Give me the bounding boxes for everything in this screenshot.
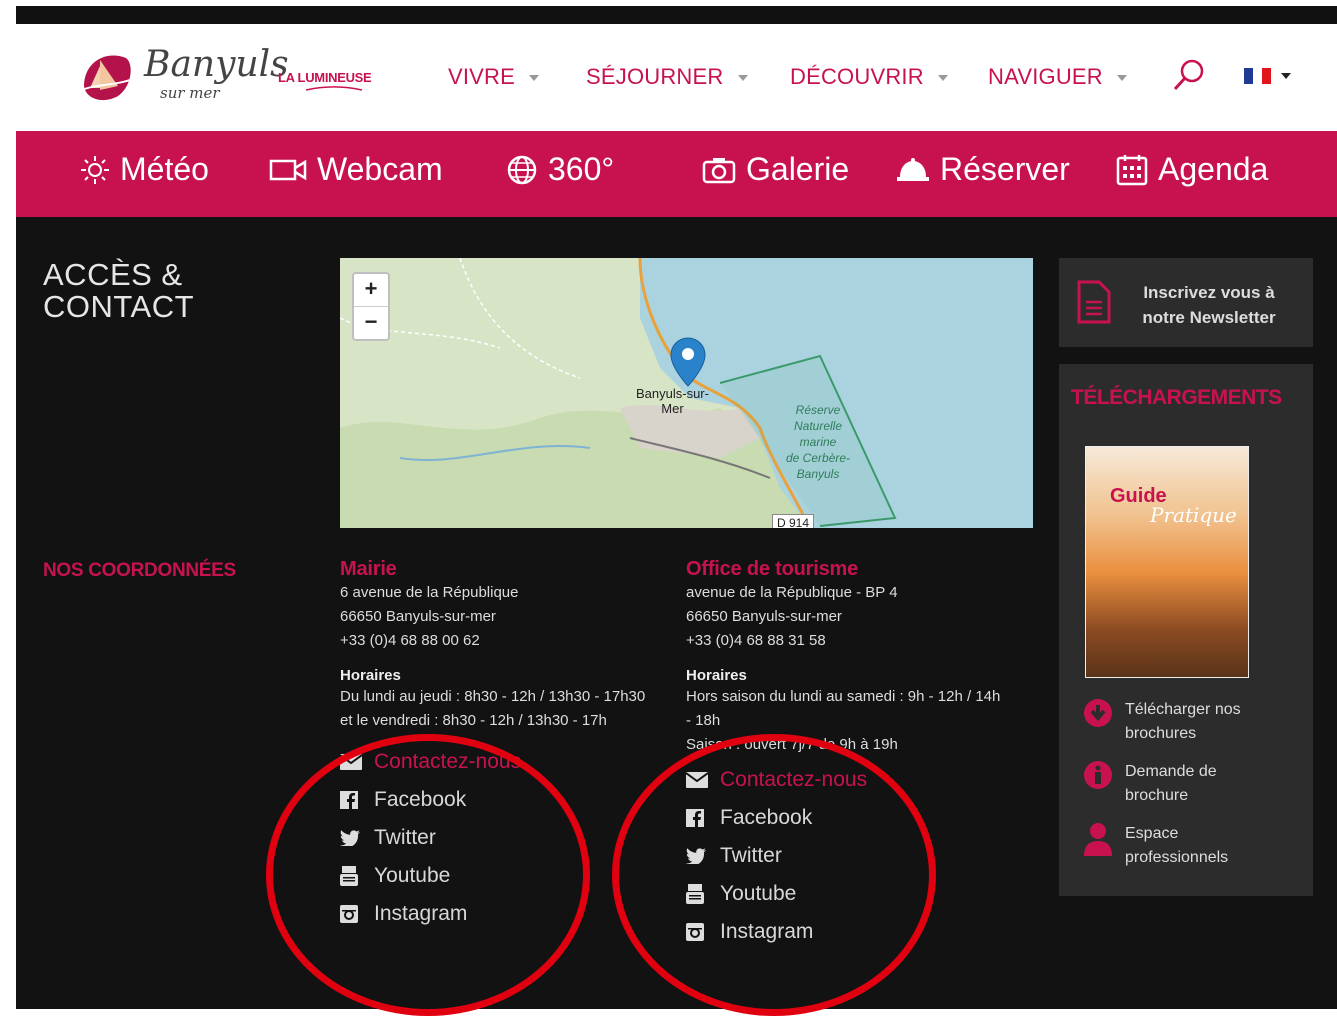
search-icon[interactable] — [1172, 58, 1206, 92]
office-hours: Hors saison du lundi au samedi : 9h - 12… — [686, 688, 1001, 729]
section-coordonnees: NOS COORDONNÉES — [43, 560, 236, 581]
quick-links-bar: Météo Webcam 360° Galerie Réserver Agend… — [16, 131, 1337, 217]
map-road-label: D 914 — [772, 514, 815, 528]
document-icon — [1077, 280, 1111, 324]
zoom-in-button[interactable]: + — [354, 274, 388, 307]
tagline: LA LUMINEUSE — [278, 70, 372, 85]
request-brochure-link[interactable]: Demande de brochure — [1083, 760, 1217, 808]
quicklink-meteo[interactable]: Météo — [80, 151, 209, 188]
logo-text[interactable]: Banyuls — [144, 44, 289, 85]
logo-subtext: sur mer — [160, 84, 220, 102]
logo-icon[interactable] — [76, 46, 136, 107]
calendar-icon — [1116, 154, 1148, 185]
top-strip — [16, 6, 1337, 24]
site-header: Banyuls sur mer LA LUMINEUSE VIVRE SÉJOU… — [16, 24, 1337, 131]
mairie-hours-label: Horaires — [340, 667, 401, 684]
page-title: ACCÈS & CONTACT — [43, 257, 195, 324]
newsletter-box[interactable]: Inscrivez vous à notre Newsletter — [1059, 258, 1313, 347]
download-icon — [1084, 699, 1112, 727]
office-title: Office de tourisme — [686, 558, 858, 580]
user-icon — [1084, 823, 1112, 856]
photo-camera-icon — [702, 157, 736, 183]
office-phone[interactable]: +33 (0)4 68 88 31 58 — [686, 629, 1006, 653]
quicklink-webcam[interactable]: Webcam — [269, 151, 443, 188]
annotation-circle-right — [612, 734, 936, 1016]
chevron-down-icon — [737, 75, 748, 82]
quicklink-agenda[interactable]: Agenda — [1116, 151, 1268, 188]
request-label: Demande de — [1125, 763, 1217, 780]
quicklink-label: Webcam — [317, 151, 443, 187]
chevron-down-icon — [529, 75, 540, 82]
mairie-title: Mairie — [340, 558, 397, 580]
office-hours-label: Horaires — [686, 667, 747, 684]
download-brochures-link[interactable]: Télécharger nos brochures — [1083, 698, 1241, 746]
quicklink-label: Réserver — [940, 151, 1070, 187]
chevron-down-icon — [1116, 75, 1127, 82]
annotation-circle-left — [266, 734, 590, 1016]
map-zoom-control: + − — [352, 272, 390, 341]
quicklink-galerie[interactable]: Galerie — [702, 151, 849, 188]
nav-sejourner[interactable]: SÉJOURNER — [586, 64, 748, 90]
newsletter-label: Inscrivez vous à notre Newsletter — [1142, 283, 1276, 327]
quicklink-label: 360° — [548, 151, 615, 187]
nav-vivre[interactable]: VIVRE — [448, 64, 540, 90]
quicklink-label: Agenda — [1158, 151, 1269, 187]
downloads-title: TÉLÉCHARGEMENTS — [1071, 386, 1282, 409]
map-town-label: Banyuls-sur- Mer — [636, 386, 709, 416]
pro-label: professionnels — [1125, 849, 1229, 866]
bell-icon — [897, 157, 929, 181]
map-marker-icon[interactable] — [668, 336, 708, 388]
map-reserve-label: Réserve Naturelle marine de Cerbère- Banyuls — [786, 403, 851, 481]
mairie-hours: Du lundi au jeudi : 8h30 - 12h / 13h30 -… — [340, 688, 646, 729]
pro-label: Espace — [1125, 825, 1179, 842]
download-label: brochures — [1125, 725, 1197, 742]
chevron-down-icon — [937, 75, 948, 82]
office-address: avenue de la République - BP 4 — [686, 584, 898, 601]
guide-subtitle: Pratique — [1150, 503, 1237, 527]
info-icon — [1084, 761, 1112, 789]
guide-cover[interactable]: Guide Pratique — [1085, 446, 1249, 678]
french-flag-icon[interactable] — [1244, 68, 1271, 84]
nav-decouvrir[interactable]: DÉCOUVRIR — [790, 64, 948, 90]
camera-icon — [269, 159, 307, 180]
map[interactable]: + − Banyuls-sur- Mer Réserve Naturelle mari… — [340, 258, 1033, 528]
pro-space-link[interactable]: Espace professionnels — [1083, 822, 1228, 870]
download-label: Télécharger nos — [1125, 701, 1241, 718]
globe-icon — [507, 155, 537, 184]
chevron-down-icon[interactable] — [1281, 73, 1291, 79]
quicklink-reserver[interactable]: Réserver — [896, 151, 1070, 188]
quicklink-360[interactable]: 360° — [506, 151, 614, 188]
office-city: 66650 Banyuls-sur-mer — [686, 608, 842, 625]
tagline-swash — [305, 86, 363, 91]
quicklink-label: Galerie — [746, 151, 850, 187]
mairie-phone[interactable]: +33 (0)4 68 88 00 62 — [340, 629, 660, 653]
zoom-out-button[interactable]: − — [354, 307, 388, 339]
nav-naviguer[interactable]: NAVIGUER — [988, 64, 1127, 90]
sun-icon — [81, 155, 109, 184]
mairie-address: 6 avenue de la République — [340, 584, 519, 601]
mairie-city: 66650 Banyuls-sur-mer — [340, 608, 496, 625]
downloads-box: TÉLÉCHARGEMENTS Guide Pratique Télécharg… — [1059, 364, 1313, 896]
quicklink-label: Météo — [120, 151, 209, 187]
request-label: brochure — [1125, 787, 1189, 804]
